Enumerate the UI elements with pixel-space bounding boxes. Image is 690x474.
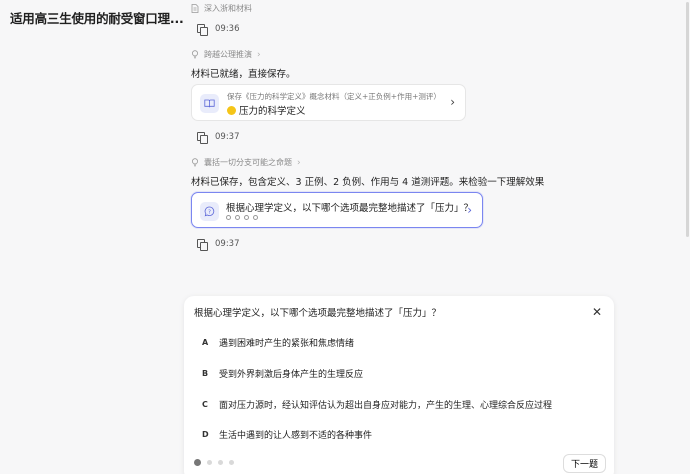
message-meta: 09:37 — [197, 239, 240, 251]
chevron-right-icon: › — [450, 95, 455, 109]
lightbulb-icon — [192, 158, 198, 167]
progress-dot — [244, 215, 249, 220]
scrollbar[interactable] — [686, 2, 689, 237]
quiz-card[interactable]: ? 根据心理学定义，以下哪个选项最完整地描述了「压力」？ › — [191, 192, 483, 228]
assistant-message: 材料已就绪，直接保存。 — [191, 69, 296, 80]
chevron-right-icon: › — [297, 157, 301, 168]
step-label[interactable]: 跨越公理推演 › — [191, 49, 261, 60]
timestamp: 09:36 — [215, 24, 240, 34]
timestamp: 09:37 — [215, 132, 240, 142]
chevron-right-icon: › — [467, 203, 472, 217]
option-letter: D — [202, 430, 209, 439]
chevron-right-icon: › — [257, 49, 261, 60]
step-label-text: 深入浙和材料 — [204, 4, 252, 13]
copy-icon[interactable] — [197, 24, 208, 36]
progress-dots — [226, 215, 258, 220]
card-title-text: 压力的科学定义 — [239, 106, 306, 117]
step-label-text: 跨越公理推演 — [204, 50, 252, 59]
option-text: 受到外界刺激后身体产生的生理反应 — [219, 370, 364, 380]
assistant-message: 材料已保存，包含定义、3 正例、2 负例、作用与 4 道测评题。来检验一下理解效… — [191, 177, 545, 188]
message-meta: 09:37 — [197, 132, 240, 144]
quiz-option-a[interactable]: A 遇到困难时产生的紧张和焦虑情绪 — [202, 336, 354, 349]
option-text: 面对压力源时，经认知评估认为超出自身应对能力，产生的生理、心理综合反应过程 — [219, 401, 553, 411]
progress-dot — [235, 215, 240, 220]
progress-dot — [226, 215, 231, 220]
step-label-text: 囊括一切分支可能之命题 — [204, 158, 292, 167]
timestamp: 09:37 — [215, 239, 240, 249]
option-letter: B — [202, 369, 209, 378]
quiz-pagination — [194, 459, 234, 466]
card-subtitle: 保存《压力的科学定义》概念材料（定义+正负例+作用+测评） — [227, 92, 441, 101]
quiz-option-d[interactable]: D 生活中遇到的让人感到不适的各种事件 — [202, 428, 372, 441]
page-title: 适用高三生使用的耐受窗口理... — [10, 11, 184, 26]
step-label[interactable]: 囊括一切分支可能之命题 › — [191, 157, 301, 168]
copy-icon[interactable] — [197, 132, 208, 144]
page-dot[interactable] — [207, 460, 212, 465]
quiz-panel: 根据心理学定义，以下哪个选项最完整地描述了「压力」？ ✕ A 遇到困难时产生的紧… — [184, 296, 614, 474]
progress-dot — [253, 215, 258, 220]
quiz-question: 根据心理学定义，以下哪个选项最完整地描述了「压力」？ — [194, 308, 442, 319]
page-dot[interactable] — [218, 460, 223, 465]
copy-icon[interactable] — [197, 239, 208, 251]
close-icon[interactable]: ✕ — [592, 305, 602, 319]
chat-page: 适用高三生使用的耐受窗口理... 深入浙和材料 09:36 跨越公理推演 › 材… — [0, 0, 690, 474]
page-dot-active[interactable] — [194, 459, 201, 466]
option-letter: C — [202, 400, 208, 409]
svg-text:?: ? — [208, 209, 211, 215]
next-question-button[interactable]: 下一题 — [562, 454, 606, 473]
option-letter: A — [202, 338, 209, 347]
card-title: 根据心理学定义，以下哪个选项最完整地描述了「压力」？ — [226, 203, 474, 214]
quiz-option-b[interactable]: B 受到外界刺激后身体产生的生理反应 — [202, 367, 363, 380]
page-dot[interactable] — [229, 460, 234, 465]
lightbulb-icon — [192, 50, 198, 59]
saved-material-card[interactable]: 保存《压力的科学定义》概念材料（定义+正负例+作用+测评） 压力的科学定义 › — [191, 84, 466, 121]
option-text: 遇到困难时产生的紧张和焦虑情绪 — [219, 339, 355, 349]
option-text: 生活中遇到的让人感到不适的各种事件 — [219, 431, 373, 441]
quiz-option-c[interactable]: C 面对压力源时，经认知评估认为超出自身应对能力，产生的生理、心理综合反应过程 — [202, 398, 552, 411]
document-icon — [191, 4, 199, 13]
chat-question-icon: ? — [200, 202, 219, 221]
card-title: 压力的科学定义 — [227, 103, 306, 117]
message-meta: 09:36 — [197, 24, 240, 36]
book-icon — [200, 94, 219, 113]
step-label[interactable]: 深入浙和材料 — [191, 3, 252, 14]
emoji-icon — [227, 105, 236, 115]
